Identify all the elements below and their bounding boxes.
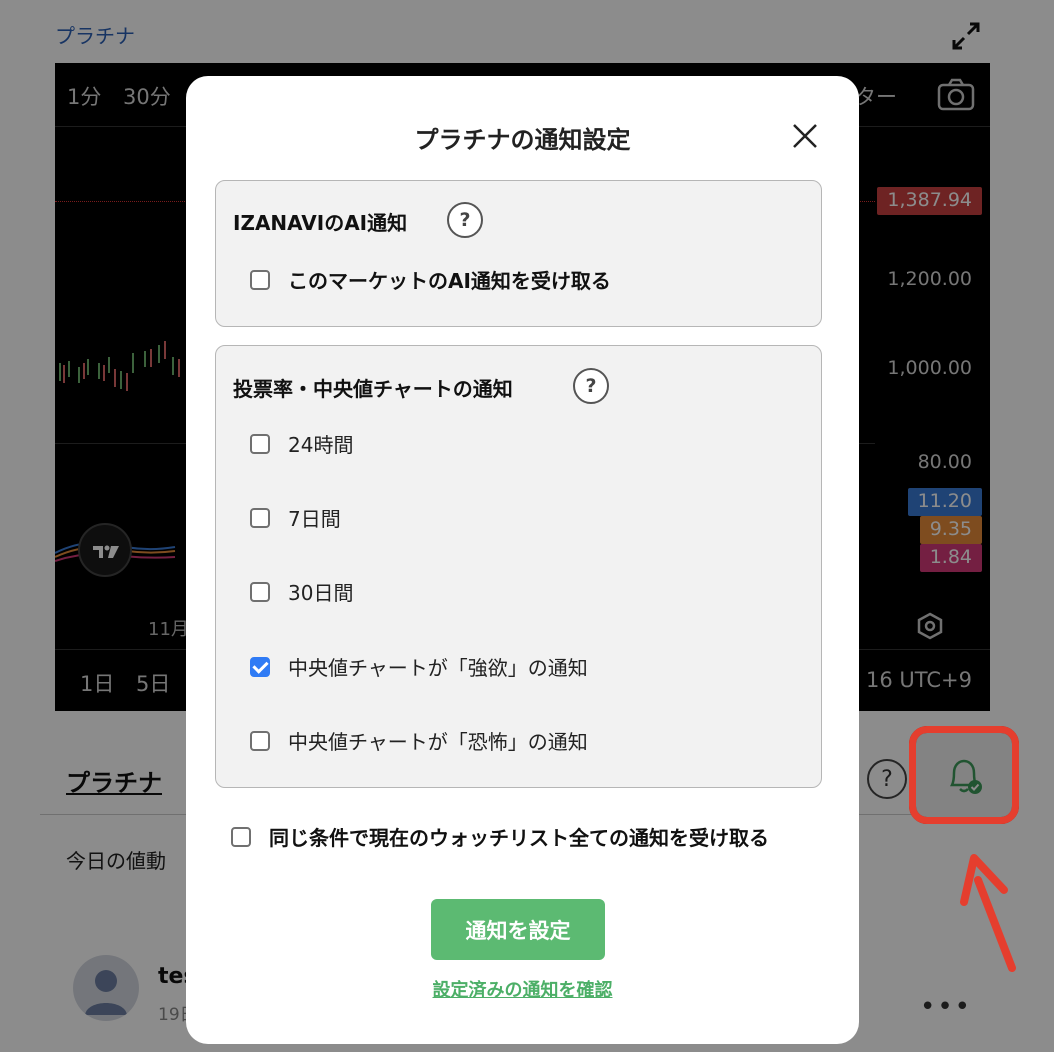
option-label: 7日間 [288,507,341,531]
vote-notification-section: 投票率・中央値チャートの通知 ? 24時間 7日間 30日間 中央値チャートが「… [215,345,822,788]
option-24h[interactable]: 24時間 [250,429,353,458]
option-label: 中央値チャートが「恐怖」の通知 [288,730,588,754]
ai-notification-option[interactable]: このマーケットのAI通知を受け取る [250,265,611,294]
watchlist-label: 同じ条件で現在のウォッチリスト全ての通知を受け取る [269,826,769,850]
option-label: 24時間 [288,433,354,457]
option-median-greed[interactable]: 中央値チャートが「強欲」の通知 [250,652,588,681]
option-30d[interactable]: 30日間 [250,577,353,606]
ai-notification-section: IZANAVIのAI通知 ? このマーケットのAI通知を受け取る [215,180,822,327]
option-label: 中央値チャートが「強欲」の通知 [288,656,588,680]
ai-notification-label: このマーケットのAI通知を受け取る [288,269,611,293]
checkbox-median-fear[interactable] [250,730,270,751]
vote-section-heading: 投票率・中央値チャートの通知 [233,377,513,401]
watchlist-checkbox[interactable] [231,826,251,847]
pointer-arrow-icon [960,854,1016,972]
option-7d[interactable]: 7日間 [250,503,341,532]
option-median-fear[interactable]: 中央値チャートが「恐怖」の通知 [250,726,588,755]
ai-section-heading: IZANAVIのAI通知 [233,211,408,235]
option-label: 30日間 [288,581,354,605]
checkbox-30d[interactable] [250,581,270,602]
checkbox-median-greed[interactable] [250,656,270,677]
notification-settings-modal: プラチナの通知設定 IZANAVIのAI通知 ? このマーケットのAI通知を受け… [186,76,859,1044]
highlight-frame [909,726,1019,824]
checkbox-7d[interactable] [250,507,270,528]
checkbox-24h[interactable] [250,433,270,454]
vote-help-icon[interactable]: ? [573,368,609,404]
close-icon[interactable] [789,120,821,152]
ai-help-icon[interactable]: ? [447,202,483,238]
watchlist-option[interactable]: 同じ条件で現在のウォッチリスト全ての通知を受け取る [231,822,769,851]
modal-title: プラチナの通知設定 [414,126,631,154]
view-notifications-link[interactable]: 設定済みの通知を確認 [186,976,859,1002]
set-notification-button[interactable]: 通知を設定 [431,899,605,960]
ai-notification-checkbox[interactable] [250,269,270,290]
